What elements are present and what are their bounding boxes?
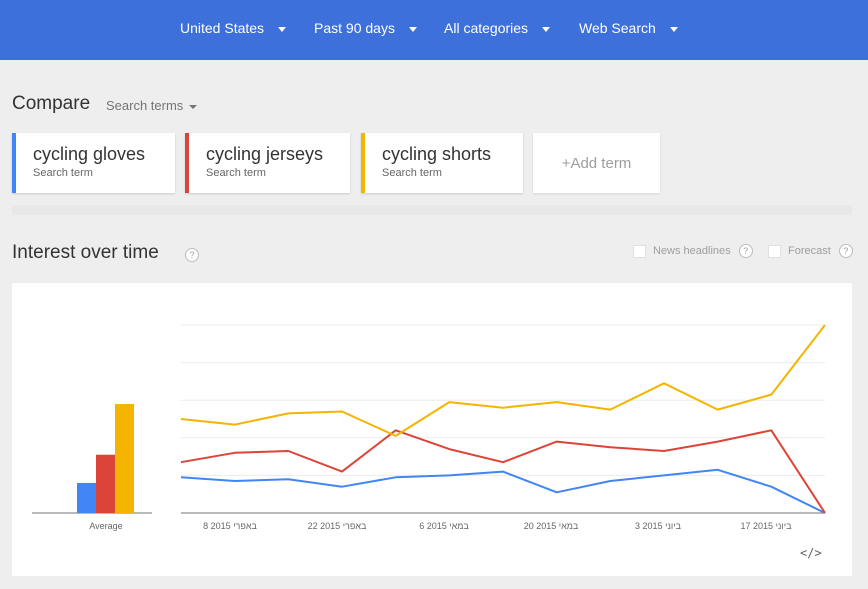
x-tick-label: 17 ביוני 2015 [741, 521, 793, 531]
top-filter-bar: United States Past 90 days All categorie… [0, 0, 868, 60]
time-range-filter-label: Past 90 days [314, 20, 395, 36]
term-name: cycling shorts [382, 144, 492, 164]
category-filter[interactable]: All categories [444, 0, 551, 56]
add-term-button[interactable]: +Add term [533, 133, 660, 193]
category-filter-label: All categories [444, 20, 529, 36]
term-card-cycling-shorts[interactable]: cycling shorts Search term [361, 133, 523, 193]
time-range-filter[interactable]: Past 90 days [314, 0, 417, 56]
chevron-down-icon [669, 26, 678, 32]
average-bar-cycling-jerseys [96, 454, 115, 513]
help-icon[interactable]: ? [838, 244, 853, 258]
interest-over-time-title: Interest over time [12, 242, 159, 263]
region-filter-label: United States [180, 20, 265, 36]
compare-title: Compare [12, 93, 91, 114]
term-type: Search term [206, 167, 266, 179]
section-divider [12, 205, 852, 215]
help-icon[interactable]: ? [738, 244, 753, 258]
term-card-cycling-gloves[interactable]: cycling gloves Search term [12, 133, 175, 193]
x-tick-label: 3 ביוני 2015 [635, 521, 682, 531]
term-type: Search term [382, 167, 442, 179]
help-icon[interactable]: ? [185, 248, 199, 262]
series-line-cycling-shorts [180, 324, 826, 437]
x-tick-label: 8 באפרי 2015 [203, 521, 257, 531]
term-name: cycling gloves [33, 144, 146, 164]
term-card-cycling-jerseys[interactable]: cycling jerseys Search term [185, 133, 350, 193]
news-headlines-checkbox[interactable] [633, 244, 646, 258]
news-headlines-option: News headlines ? [633, 244, 753, 258]
forecast-checkbox[interactable] [768, 244, 781, 258]
chevron-down-icon [542, 26, 551, 32]
average-bar-cycling-shorts [115, 403, 134, 513]
chevron-down-icon [189, 104, 198, 109]
search-terms-label: Search terms [106, 98, 184, 113]
chevron-down-icon [408, 26, 417, 32]
x-tick-label: 22 באפרי 2015 [308, 521, 367, 531]
news-headlines-label: News headlines [653, 245, 731, 257]
interest-chart-panel: Average 8 באפרי 2015 22 באפרי 2015 6 במאי 2… [12, 283, 852, 576]
chevron-down-icon [278, 26, 287, 32]
interest-over-time-chart: Average 8 באפרי 2015 22 באפרי 2015 6 במאי 2… [32, 324, 826, 531]
forecast-option: Forecast ? [768, 244, 853, 258]
forecast-label: Forecast [788, 245, 831, 257]
search-terms-dropdown[interactable]: Search terms [106, 98, 198, 113]
average-label: Average [89, 521, 122, 531]
search-type-filter-label: Web Search [579, 20, 656, 36]
term-type: Search term [33, 167, 93, 179]
search-type-filter[interactable]: Web Search [579, 0, 678, 56]
x-tick-label: 6 במאי 2015 [419, 521, 469, 531]
region-filter[interactable]: United States [180, 0, 287, 56]
average-bar-cycling-gloves [77, 482, 96, 513]
x-tick-label: 20 במאי 2015 [524, 521, 579, 531]
series-line-cycling-gloves [180, 468, 826, 514]
embed-code-icon[interactable]: </> [800, 546, 822, 560]
term-name: cycling jerseys [206, 144, 324, 164]
